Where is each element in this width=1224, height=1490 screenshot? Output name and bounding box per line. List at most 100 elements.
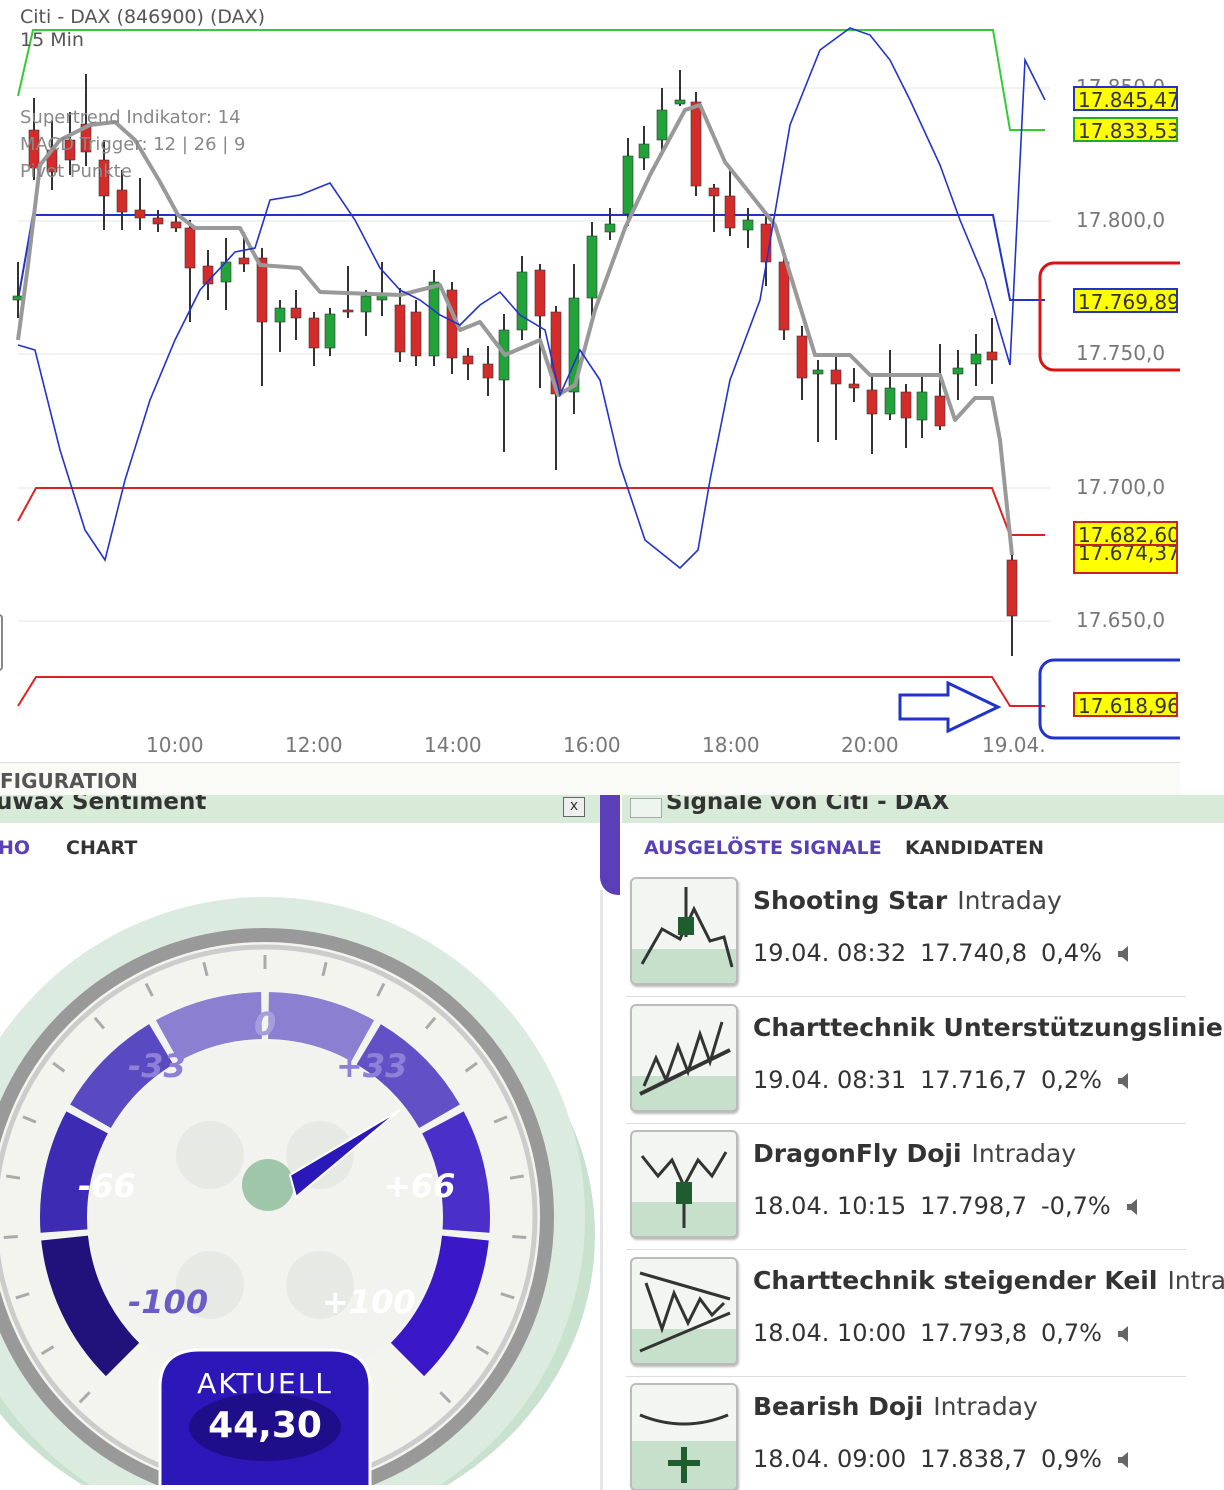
candle-body [360, 295, 372, 313]
candle-body [342, 309, 354, 313]
candle-body [462, 355, 474, 365]
candle-body [796, 335, 808, 379]
candle-body [152, 217, 164, 225]
y-tick: 17.750,0 [1076, 341, 1166, 365]
signal-row[interactable]: DragonFly Doji Intraday 18.04. 10:15 17.798… [622, 1124, 1187, 1250]
signal-name[interactable]: Charttechnik steigender Keil [753, 1266, 1157, 1295]
tab-candidates[interactable]: KANDIDATEN [905, 837, 1044, 859]
y-tick: 17.650,0 [1076, 608, 1166, 632]
x-tick: 16:00 [563, 733, 621, 757]
chart-title: Citi - DAX (846900) (DAX) [20, 6, 266, 28]
shooting-star-icon [630, 877, 738, 985]
signal-details: 18.04. 10:00 17.793,8 0,7% [753, 1319, 1132, 1347]
signal-row[interactable]: Bearish Doji Intraday 18.04. 09:00 17.838,7… [622, 1377, 1187, 1490]
price-label: 17.682,60 [1073, 521, 1178, 546]
x-tick: 19.04. [982, 733, 1046, 757]
gauge-label: +66 [384, 1167, 456, 1205]
gauge-label: 0 [254, 1005, 277, 1043]
candle-body [256, 257, 268, 323]
candle-body [534, 269, 546, 317]
signal-price: 17.716,7 [920, 1065, 1028, 1094]
signal-row[interactable]: Charttechnik Unterstützungslinie 19.04. 0… [622, 998, 1223, 1124]
indicator-label: Pivot Punkte [20, 161, 132, 182]
current-label: AKTUELL [197, 1367, 333, 1400]
signal-name[interactable]: Shooting Star [753, 886, 947, 915]
signal-date: 18.04. 09:00 [753, 1445, 907, 1473]
pivot-support2-line [17, 676, 1045, 707]
signal-date: 18.04. 10:00 [753, 1318, 907, 1347]
speaker-icon[interactable] [1125, 1197, 1141, 1217]
speaker-icon[interactable] [1116, 1071, 1132, 1091]
speaker-icon[interactable] [1116, 1324, 1132, 1344]
signal-details: 19.04. 08:32 17.740,8 0,4% [753, 939, 1132, 967]
candle-body [116, 189, 128, 213]
signal-price: 17.793,8 [920, 1318, 1028, 1347]
signals-title: Signale von Citi - DAX [666, 795, 950, 815]
candle-body [410, 311, 422, 357]
signal-change: 0,2% [1041, 1065, 1102, 1094]
x-tick: 10:00 [146, 733, 204, 757]
signal-date: 19.04. 08:31 [753, 1065, 907, 1094]
candle-body [900, 391, 912, 419]
tab-triggered-signals[interactable]: AUSGELÖSTE SIGNALE [644, 837, 882, 859]
signal-price: 17.798,7 [920, 1192, 1028, 1220]
candle-body [916, 391, 928, 421]
candle-body [394, 304, 406, 353]
x-tick: 20:00 [841, 733, 899, 757]
candle-body [812, 369, 824, 375]
candle-body [674, 99, 686, 105]
scroll-handle [0, 614, 3, 671]
y-tick: 17.800,0 [1076, 208, 1166, 232]
pivot-support-line [17, 487, 1045, 536]
signal-type: Intraday [957, 886, 1062, 915]
signal-details: 19.04. 08:31 17.716,7 0,2% [753, 1066, 1132, 1094]
configuration-bar[interactable]: FIGURATION [0, 762, 1180, 795]
arrow-right-icon [898, 680, 1002, 734]
signal-name[interactable]: Charttechnik Unterstützungslinie [753, 1013, 1223, 1042]
panel-divider [600, 795, 622, 1490]
candle-body [952, 367, 964, 375]
gauge-labels: -100 -66 -33 0 +33 +66 +100 AKTUELL 44,3… [0, 795, 600, 1490]
support-line-icon [630, 1003, 738, 1112]
signal-change: 0,7% [1041, 1318, 1102, 1347]
price-label: 17.769,89 [1073, 288, 1178, 313]
signal-name[interactable]: DragonFly Doji [753, 1139, 962, 1168]
chart-timeframe: 15 Min [20, 29, 84, 51]
signal-change: -0,7% [1041, 1192, 1111, 1220]
candle-body [170, 221, 182, 229]
signal-row[interactable]: Shooting Star Intraday 19.04. 08:32 17.740,… [622, 871, 1187, 997]
candle-body [830, 369, 842, 385]
signal-name[interactable]: Bearish Doji [753, 1392, 923, 1421]
speaker-icon[interactable] [1116, 944, 1132, 964]
signal-name-line: Charttechnik steigender Keil Intra [753, 1266, 1224, 1295]
signals-header: Signale von Citi - DAX [622, 795, 1224, 823]
sentiment-panel: uwax Sentiment x HO CHART -100 -66 -33 0… [0, 795, 600, 1490]
candlestick-series [12, 70, 1018, 656]
gauge-label: +33 [336, 1047, 408, 1085]
candle-body [308, 317, 320, 349]
signal-date: 18.04. 10:15 [753, 1192, 907, 1220]
dragonfly-doji-icon [630, 1130, 738, 1238]
signal-type: Intra [1167, 1265, 1224, 1295]
price-label: 17.833,53 [1073, 117, 1178, 142]
candle-body [866, 389, 878, 415]
price-label: 17.674,37 [1073, 546, 1178, 574]
candle-body [690, 101, 702, 187]
signal-type: Intraday [971, 1139, 1077, 1168]
signal-change: 0,4% [1041, 939, 1102, 967]
signals-panel: Signale von Citi - DAX AUSGELÖSTE SIGNAL… [622, 795, 1224, 1490]
candle-body [884, 387, 896, 415]
candle-body [970, 353, 982, 365]
price-chart[interactable]: Citi - DAX (846900) (DAX) 15 Min Supertr… [0, 0, 1180, 790]
current-value: 44,30 [208, 1405, 322, 1446]
candle-body [134, 209, 146, 219]
candle-body [274, 307, 286, 323]
candle-body [848, 383, 860, 389]
signal-change: 0,9% [1041, 1445, 1102, 1473]
candle-body [290, 307, 302, 319]
signal-row[interactable]: Charttechnik steigender Keil Intra 18.04. … [622, 1251, 1224, 1377]
gauge-label: -66 [78, 1167, 136, 1205]
signal-date: 19.04. 08:32 [753, 939, 907, 967]
signal-price: 17.838,7 [920, 1445, 1028, 1473]
speaker-icon[interactable] [1116, 1450, 1132, 1470]
